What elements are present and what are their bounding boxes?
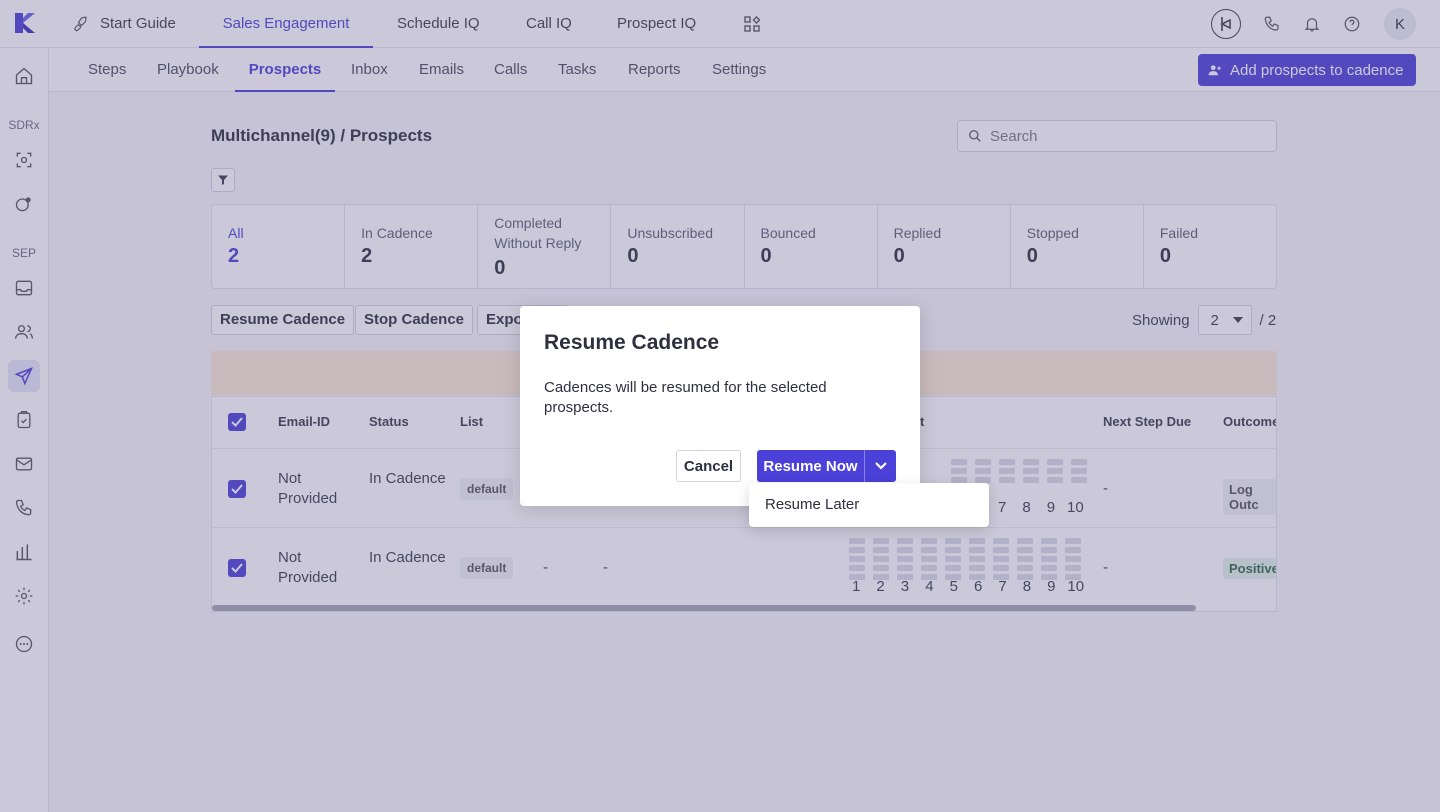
modal-body: Cadences will be resumed for the selecte…	[544, 379, 827, 416]
resume-options-toggle[interactable]	[864, 450, 896, 482]
resume-later-option[interactable]: Resume Later	[749, 483, 989, 527]
resume-now-button[interactable]: Resume Now	[757, 450, 864, 482]
resume-cadence-modal: Resume Cadence Cadences will be resumed …	[520, 306, 920, 506]
cancel-button[interactable]: Cancel	[676, 450, 741, 482]
modal-title: Resume Cadence	[544, 331, 720, 354]
chevron-down-icon	[874, 462, 887, 470]
